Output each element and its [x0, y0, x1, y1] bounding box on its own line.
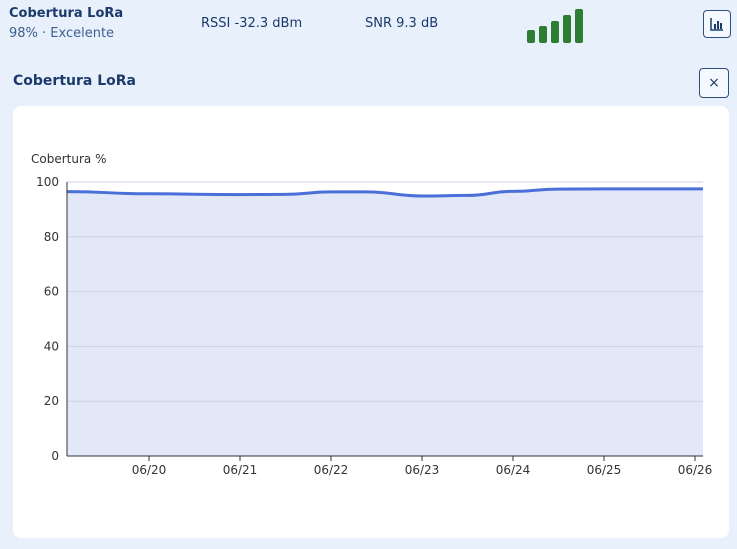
- y-tick-label: 80: [44, 230, 59, 244]
- y-tick-label: 60: [44, 285, 59, 299]
- y-tick-label: 20: [44, 394, 59, 408]
- x-tick-label: 06/22: [314, 463, 349, 477]
- x-tick-label: 06/25: [587, 463, 622, 477]
- coverage-chart: 0 20 40 60 80 100 06/20 06/21 06/22 06/23 06/24 06/…: [36, 175, 713, 477]
- x-tick-label: 06/26: [678, 463, 713, 477]
- x-tick-label: 06/20: [132, 463, 167, 477]
- area-fill: [67, 188, 703, 456]
- y-tick-label: 40: [44, 339, 59, 353]
- y-tick-label: 0: [51, 449, 59, 463]
- x-tick-label: 06/21: [223, 463, 258, 477]
- y-tick-label: 100: [36, 175, 59, 189]
- x-tick-label: 06/24: [496, 463, 531, 477]
- x-tick-label: 06/23: [405, 463, 440, 477]
